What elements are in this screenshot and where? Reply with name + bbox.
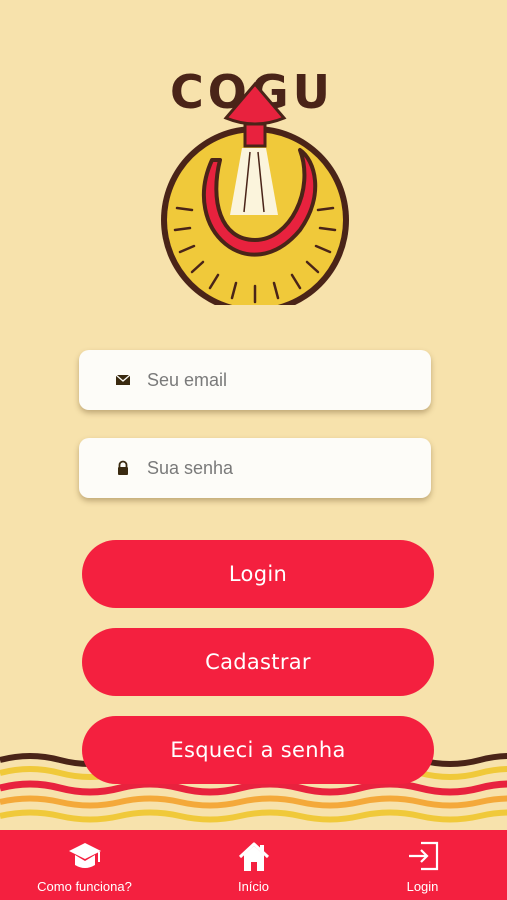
email-input[interactable] <box>145 350 419 410</box>
home-icon <box>238 842 269 871</box>
login-button[interactable]: Login <box>82 540 434 608</box>
email-field[interactable] <box>79 350 431 410</box>
nav-label-login: Login <box>406 879 439 894</box>
register-button[interactable]: Cadastrar <box>82 628 434 696</box>
nav-label-home: Início <box>237 879 270 894</box>
forgot-password-button[interactable]: Esqueci a senha <box>82 716 434 784</box>
nav-item-home[interactable]: Início <box>169 830 338 900</box>
nav-item-login[interactable]: Login <box>338 830 507 900</box>
graduation-cap-icon <box>68 843 101 868</box>
envelope-icon <box>115 374 131 385</box>
password-field[interactable] <box>79 438 431 498</box>
nav-label-how-it-works: Como funciona? <box>37 879 132 894</box>
bottom-nav: Como funciona? Início Login <box>0 830 507 900</box>
lock-icon <box>118 460 128 475</box>
cogu-logo: COGU <box>161 65 349 305</box>
password-input[interactable] <box>145 438 419 498</box>
nav-item-how-it-works[interactable]: Como funciona? <box>0 830 169 900</box>
sign-in-icon <box>408 841 438 871</box>
